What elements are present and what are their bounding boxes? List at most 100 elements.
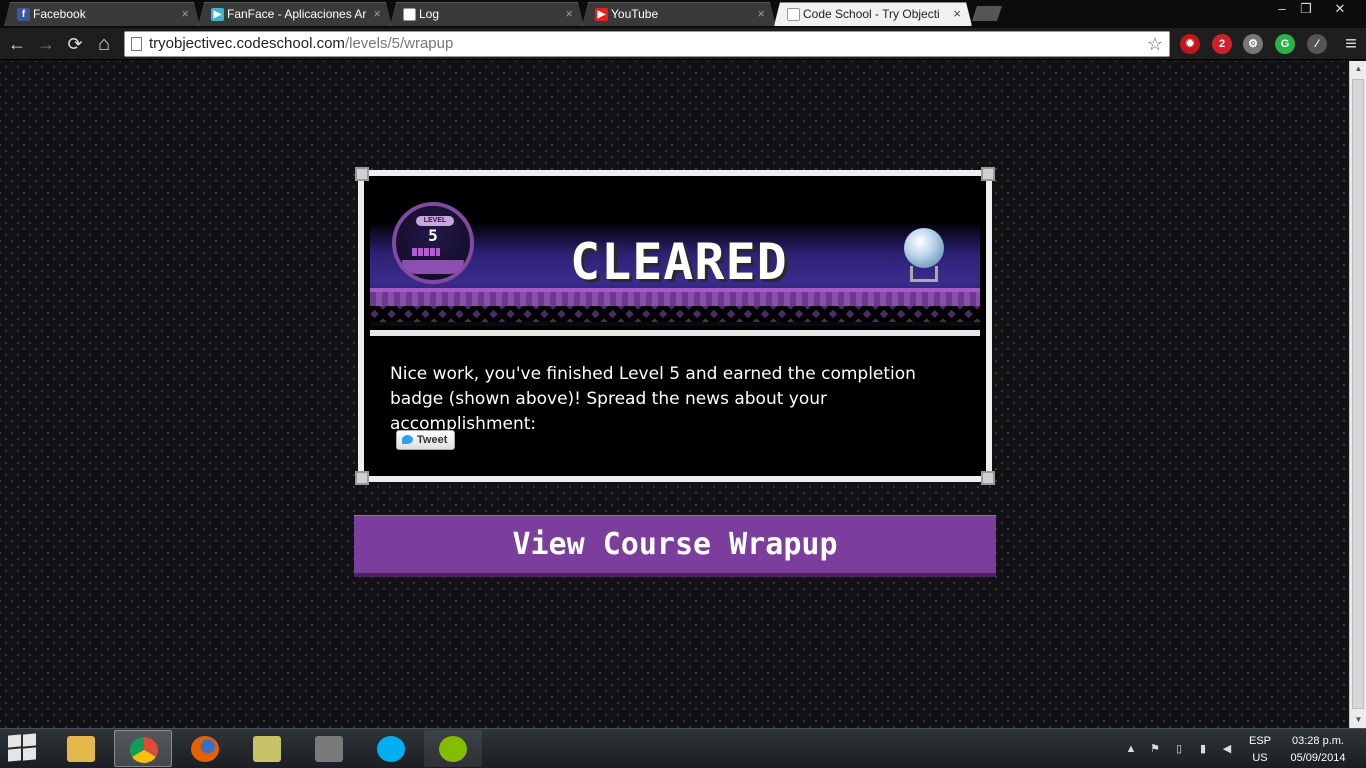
windows-logo-icon	[23, 733, 36, 747]
taskbar-file-explorer[interactable]	[52, 730, 110, 767]
volume-icon[interactable]: ◀	[1220, 742, 1234, 756]
card-frame	[358, 178, 364, 474]
bookmark-star-icon[interactable]: ☆	[1147, 32, 1163, 56]
tab-code-school[interactable]: Code School - Try Objecti ×	[774, 2, 972, 26]
vertical-scrollbar[interactable]: ▲ ▼	[1349, 61, 1366, 728]
cleared-title: CLEARED	[570, 233, 788, 291]
windows-logo-icon	[8, 734, 21, 748]
extension-red-icon[interactable]: ✹	[1180, 34, 1200, 54]
taskbar-firefox[interactable]	[176, 730, 234, 767]
chrome-icon	[130, 737, 158, 763]
file-explorer-icon	[67, 736, 95, 762]
home-icon[interactable]: ⌂	[92, 32, 116, 56]
back-arrow-icon[interactable]: ←	[5, 32, 29, 56]
restore-icon[interactable]: ❐	[1296, 0, 1316, 18]
extension-wand-icon[interactable]: ⁄	[1307, 34, 1327, 54]
cleared-banner: LEVEL 5 CLEARED	[370, 182, 980, 336]
tweet-button[interactable]: Tweet	[396, 430, 456, 450]
tweet-label: Tweet	[417, 434, 448, 446]
crystal-ball-icon	[904, 228, 944, 268]
url-path: /levels/5/wrapup	[344, 35, 454, 52]
youtube-icon: ▶	[595, 8, 608, 21]
tab-facebook[interactable]: f Facebook ×	[4, 2, 200, 26]
system-clock[interactable]: 03:28 p.m. 05/09/2014	[1282, 734, 1354, 765]
card-frame	[986, 178, 992, 474]
frame-bolt-icon	[355, 167, 369, 181]
frame-bolt-icon	[981, 471, 995, 485]
taskbar-folder[interactable]	[238, 730, 296, 767]
twitter-bird-icon	[402, 435, 413, 444]
tab-youtube[interactable]: ▶ YouTube ×	[582, 2, 776, 26]
chrome-menu-icon[interactable]: ≡	[1339, 32, 1363, 56]
level-number: 5	[428, 226, 438, 245]
card-frame	[366, 170, 984, 176]
close-icon[interactable]: ×	[373, 3, 381, 25]
taskbar-skype[interactable]	[362, 730, 420, 767]
tab-label: Facebook	[33, 7, 86, 21]
clock-time: 03:28 p.m.	[1292, 735, 1344, 747]
extension-green-icon[interactable]: G	[1275, 34, 1295, 54]
scrollbar-thumb[interactable]	[1352, 79, 1364, 709]
scroll-down-icon[interactable]: ▼	[1350, 712, 1366, 728]
close-icon[interactable]: ×	[181, 3, 189, 25]
input-language[interactable]: ESP US	[1244, 734, 1276, 765]
folder-icon	[253, 736, 281, 762]
clock-date: 05/09/2014	[1290, 752, 1346, 764]
document-icon	[787, 8, 800, 21]
taskbar-spotify[interactable]	[424, 730, 482, 767]
skype-icon	[377, 736, 405, 762]
device-icon[interactable]: ▯	[1172, 742, 1186, 756]
crystal-ball-stand	[910, 266, 938, 282]
badge-ground	[402, 260, 464, 274]
badge-blocks	[412, 248, 440, 256]
level-completion-badge: LEVEL 5	[392, 202, 474, 284]
play-store-icon: ▶	[211, 8, 224, 21]
scroll-up-icon[interactable]: ▲	[1350, 61, 1366, 77]
window-close-icon[interactable]: ✕	[1320, 0, 1360, 18]
frame-bolt-icon	[981, 167, 995, 181]
windows-logo-icon	[23, 747, 36, 761]
tab-label: Log	[419, 7, 440, 21]
sublime-text-icon	[315, 736, 343, 762]
firefox-icon	[191, 736, 219, 762]
tab-log[interactable]: Log ×	[390, 2, 584, 26]
taskbar-chrome[interactable]	[114, 730, 172, 767]
tab-label: FanFace - Aplicaciones Ar	[227, 7, 367, 21]
facebook-icon: f	[17, 8, 30, 21]
page-icon	[131, 37, 142, 51]
tab-fanface[interactable]: ▶ FanFace - Aplicaciones Ar ×	[198, 2, 392, 26]
close-icon[interactable]: ×	[757, 3, 765, 25]
address-bar[interactable]: tryobjectivec.codeschool.com/levels/5/wr…	[124, 31, 1170, 57]
browser-toolbar: ← → ⟳ ⌂ tryobjectivec.codeschool.com/lev…	[0, 28, 1366, 60]
card-frame	[366, 476, 984, 482]
show-hidden-icons[interactable]: ▲	[1124, 742, 1138, 756]
completion-message: Nice work, you've finished Level 5 and e…	[390, 364, 916, 434]
language-code: ESP	[1248, 735, 1271, 747]
spotify-icon	[439, 736, 467, 762]
keyboard-layout: US	[1252, 752, 1268, 764]
start-button[interactable]	[8, 733, 38, 763]
reload-icon[interactable]: ⟳	[63, 32, 87, 56]
tab-label: Code School - Try Objecti	[803, 7, 940, 21]
action-center-flag-icon[interactable]: ⚑	[1148, 742, 1162, 756]
frame-bolt-icon	[355, 471, 369, 485]
extension-gear-icon[interactable]: ⚙	[1243, 34, 1263, 54]
level-tag: LEVEL	[416, 216, 454, 226]
close-icon[interactable]: ×	[565, 3, 573, 25]
banner-spikes	[370, 306, 980, 322]
close-icon[interactable]: ×	[953, 3, 961, 25]
forward-arrow-icon[interactable]: →	[34, 32, 58, 56]
network-signal-icon[interactable]: ▮	[1196, 742, 1210, 756]
taskbar-sublime[interactable]	[300, 730, 358, 767]
minimize-icon[interactable]: –	[1272, 0, 1292, 18]
view-course-wrapup-button[interactable]: View Course Wrapup	[354, 515, 996, 577]
new-tab-button[interactable]	[972, 6, 1002, 21]
url-host: tryobjectivec.codeschool.com	[149, 35, 345, 52]
extension-badge-icon[interactable]: 2	[1212, 34, 1232, 54]
tab-label: YouTube	[611, 7, 659, 21]
document-icon	[403, 8, 416, 21]
banner-divider	[370, 330, 980, 336]
level-cleared-card: LEVEL 5 CLEARED Nice work, you've finish…	[355, 167, 995, 485]
tab-strip: f Facebook × ▶ FanFace - Aplicaciones Ar…	[0, 0, 1366, 28]
windows-taskbar: ▲ ⚑ ▯ ▮ ◀ ESP US 03:28 p.m. 05/09/2014	[0, 728, 1366, 768]
